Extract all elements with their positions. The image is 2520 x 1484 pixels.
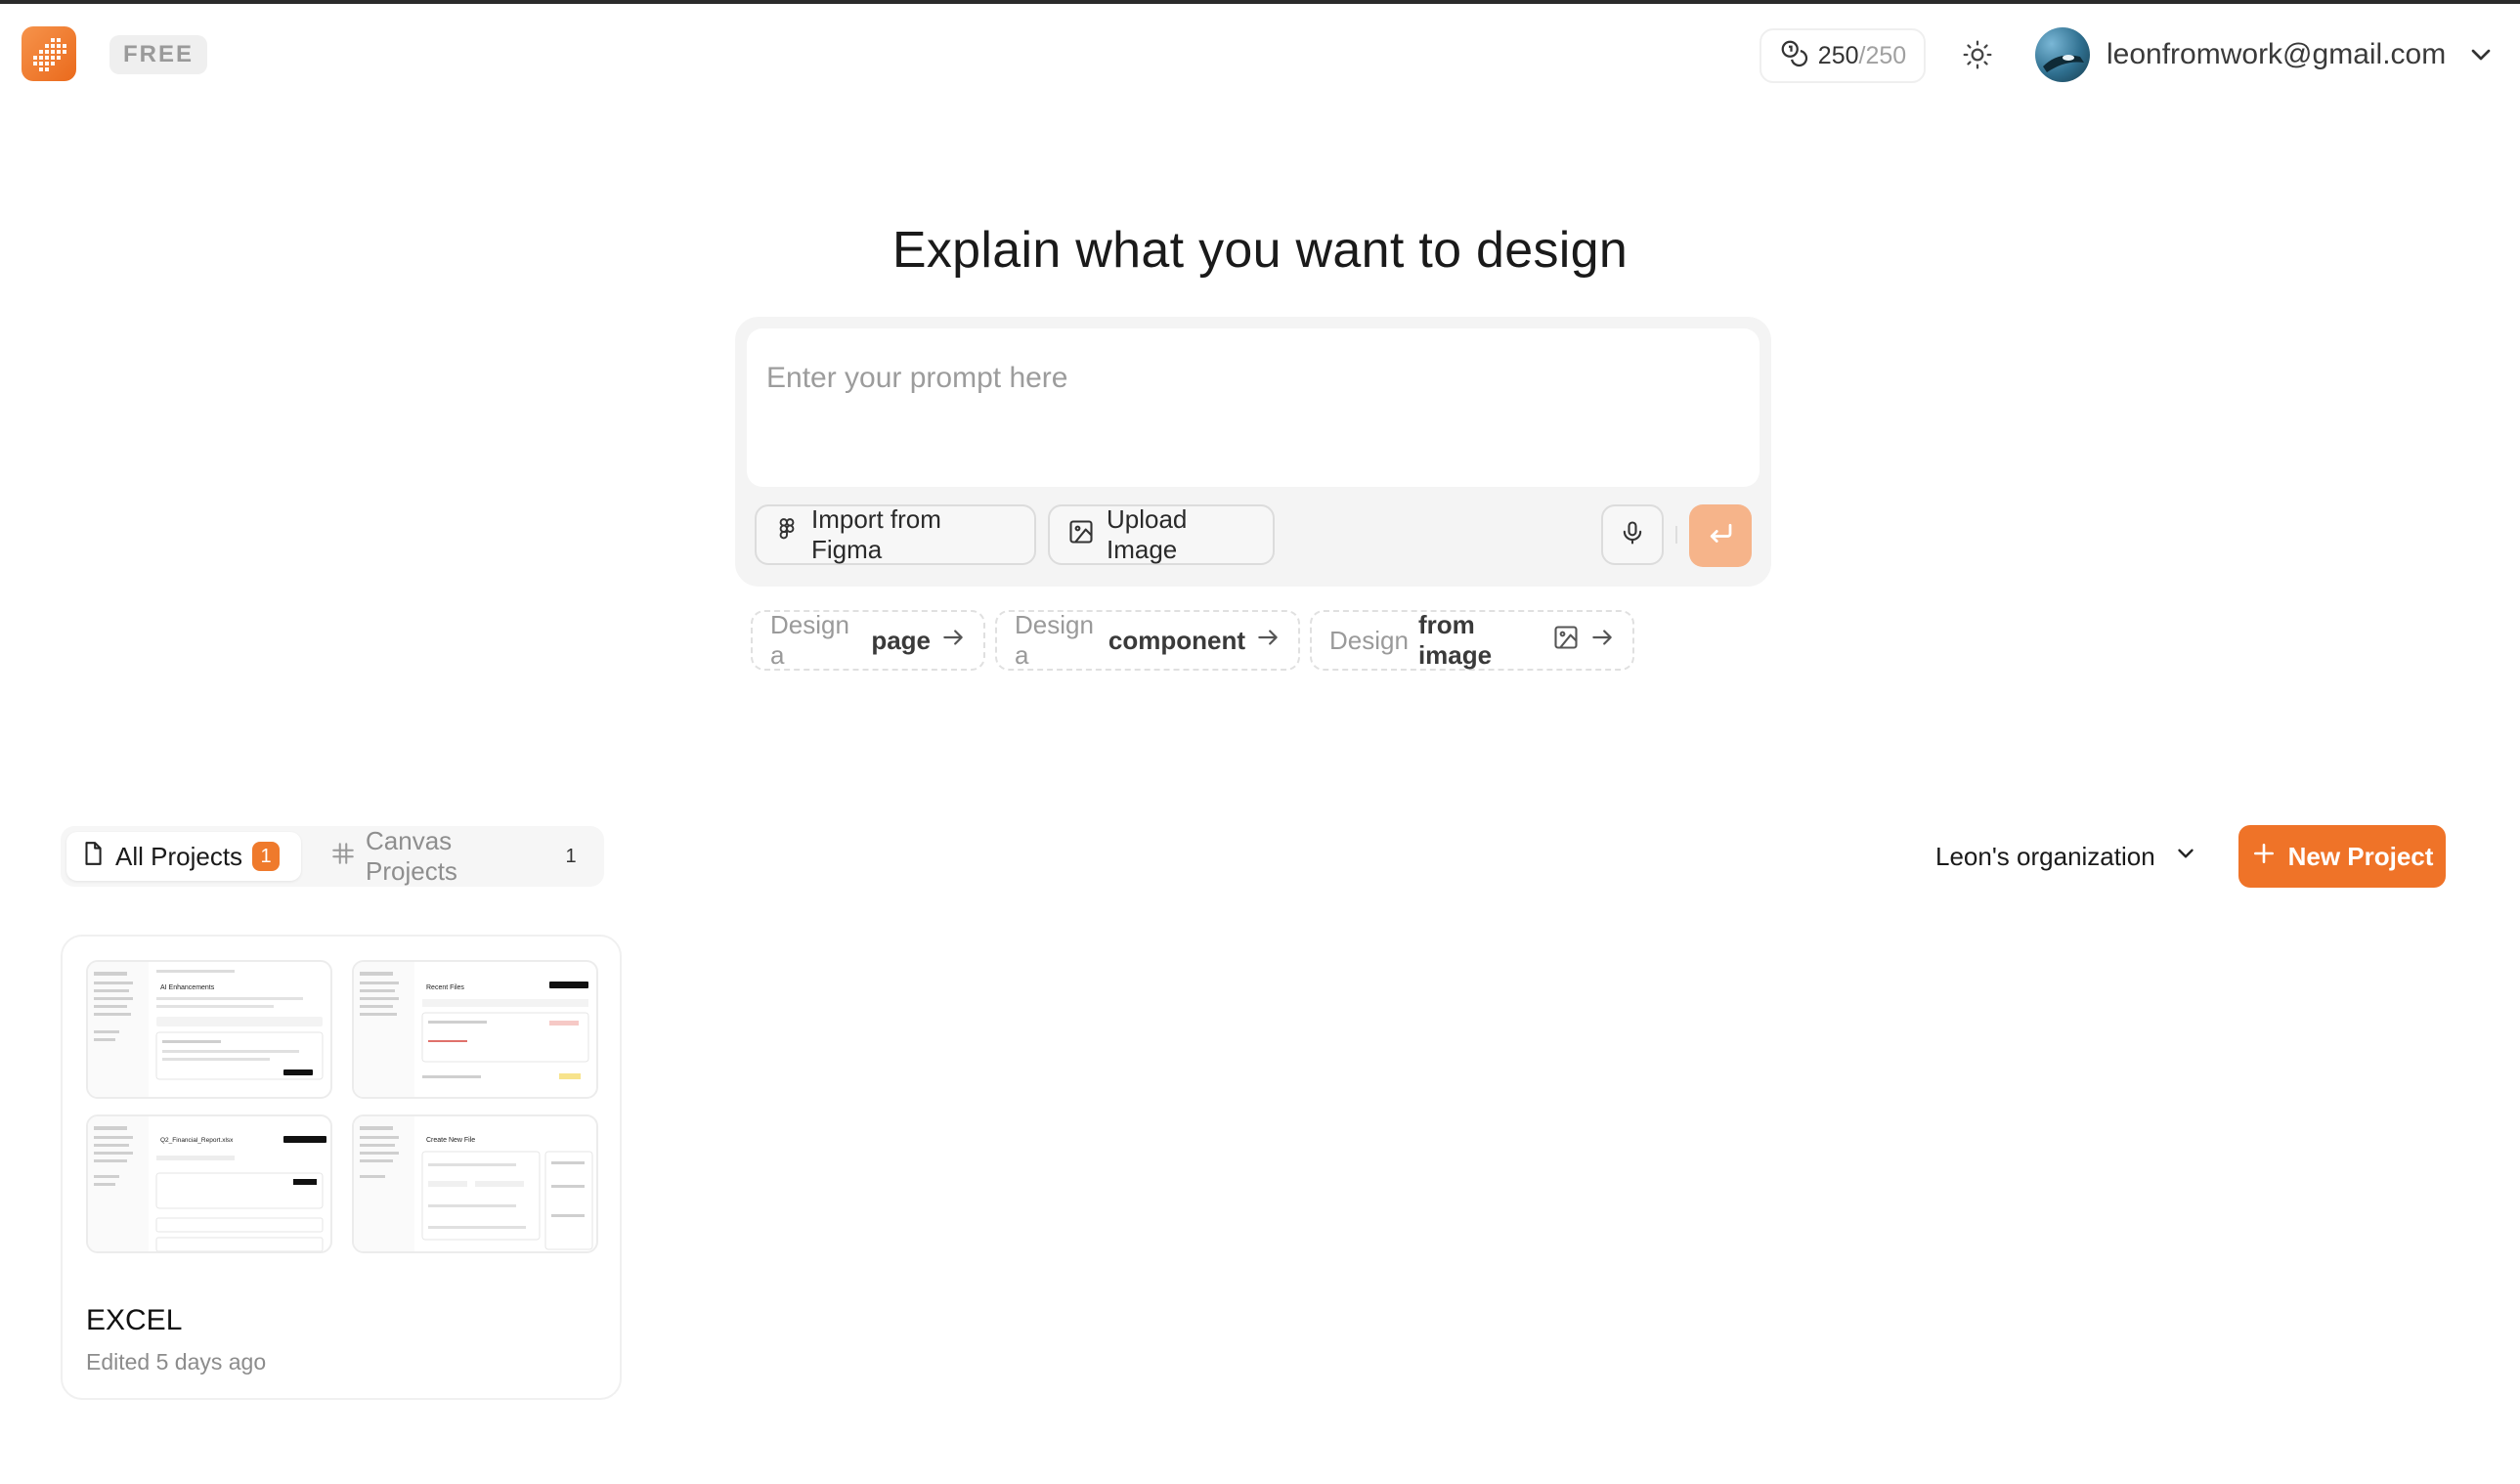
project-title: EXCEL: [86, 1304, 183, 1336]
project-thumbnail: Q2_Financial_Report.xlsx: [86, 1114, 332, 1253]
chevron-down-icon[interactable]: [2465, 39, 2497, 70]
window-top-border: [0, 0, 2520, 4]
suggestion-design-page[interactable]: Design a page: [751, 610, 985, 671]
upload-image-button[interactable]: Upload Image: [1048, 504, 1275, 565]
project-tabs: All Projects 1 Canvas Projects 1: [61, 826, 604, 887]
figma-icon: [774, 517, 800, 553]
project-card[interactable]: AI Enhancements Recent Files Q2_Financia…: [61, 935, 622, 1400]
app-logo[interactable]: [22, 26, 76, 81]
suggestion-prefix: Design: [1329, 625, 1409, 655]
arrow-right-icon: [1255, 625, 1281, 657]
credits-used: 250: [1817, 41, 1859, 69]
arrow-right-icon: [940, 625, 966, 657]
new-project-button[interactable]: New Project: [2238, 825, 2446, 888]
project-thumbnail: Recent Files: [352, 960, 598, 1099]
theme-toggle-button[interactable]: [1955, 34, 2000, 79]
suggestion-prefix: Design a: [1015, 610, 1094, 670]
thumbnail-title: Create New File: [426, 1137, 475, 1144]
image-upload-icon: [1067, 518, 1095, 552]
thumbnail-title: Recent Files: [426, 984, 464, 991]
tab-all-projects[interactable]: All Projects 1: [66, 832, 301, 881]
organization-selector[interactable]: Leon's organization: [1935, 837, 2198, 876]
suggestion-prefix: Design a: [770, 610, 849, 670]
arrow-right-icon: [1589, 625, 1615, 657]
credits-total: /250: [1858, 41, 1907, 69]
tab-canvas-projects[interactable]: Canvas Projects 1: [317, 826, 598, 886]
user-avatar[interactable]: [2035, 27, 2090, 82]
organization-name: Leon's organization: [1935, 841, 2155, 871]
upload-image-label: Upload Image: [1107, 504, 1188, 564]
tab-label: All Projects: [115, 841, 243, 871]
thumbnail-title: Q2_Financial_Report.xlsx: [160, 1137, 234, 1144]
hash-icon: [330, 841, 356, 873]
microphone-icon: [1619, 519, 1646, 551]
chevron-down-icon: [2173, 841, 2198, 873]
tab-label: Canvas Projects: [366, 826, 457, 886]
sun-icon: [1962, 39, 1993, 75]
suggestion-emphasis: page: [871, 625, 931, 655]
import-from-figma-button[interactable]: Import from Figma: [755, 504, 1036, 565]
file-icon: [80, 841, 106, 873]
coins-icon: [1779, 38, 1808, 74]
enter-icon: [1706, 519, 1735, 553]
page-headline: Explain what you want to design: [891, 222, 1629, 279]
toolbar-divider: [1675, 526, 1677, 544]
credits-counter[interactable]: 250/250: [1760, 28, 1926, 83]
suggestion-emphasis: from image: [1417, 610, 1493, 670]
import-from-figma-label: Import from Figma: [811, 504, 941, 564]
prompt-box: [747, 328, 1760, 487]
image-icon: [1552, 624, 1580, 658]
plan-badge: FREE: [109, 35, 208, 74]
suggestion-emphasis: component: [1108, 625, 1245, 655]
plus-icon: [2251, 841, 2277, 873]
project-thumbnail: Create New File: [352, 1114, 598, 1253]
tab-count-badge: 1: [252, 842, 281, 871]
prompt-composer: Import from Figma Upload Image: [735, 317, 1771, 587]
user-email[interactable]: leonfromwork@gmail.com: [2107, 35, 2446, 74]
voice-input-button[interactable]: [1601, 504, 1664, 565]
suggestion-design-component[interactable]: Design a component: [995, 610, 1300, 671]
new-project-label: New Project: [2287, 841, 2434, 871]
thumbnail-title: AI Enhancements: [160, 984, 215, 991]
tab-count-badge: 1: [565, 846, 577, 867]
submit-prompt-button[interactable]: [1689, 504, 1752, 567]
project-edited-time: Edited 5 days ago: [86, 1349, 267, 1375]
project-thumbnail: AI Enhancements: [86, 960, 332, 1099]
suggestion-design-from-image[interactable]: Design from image: [1310, 610, 1634, 671]
prompt-input[interactable]: [747, 328, 1760, 487]
